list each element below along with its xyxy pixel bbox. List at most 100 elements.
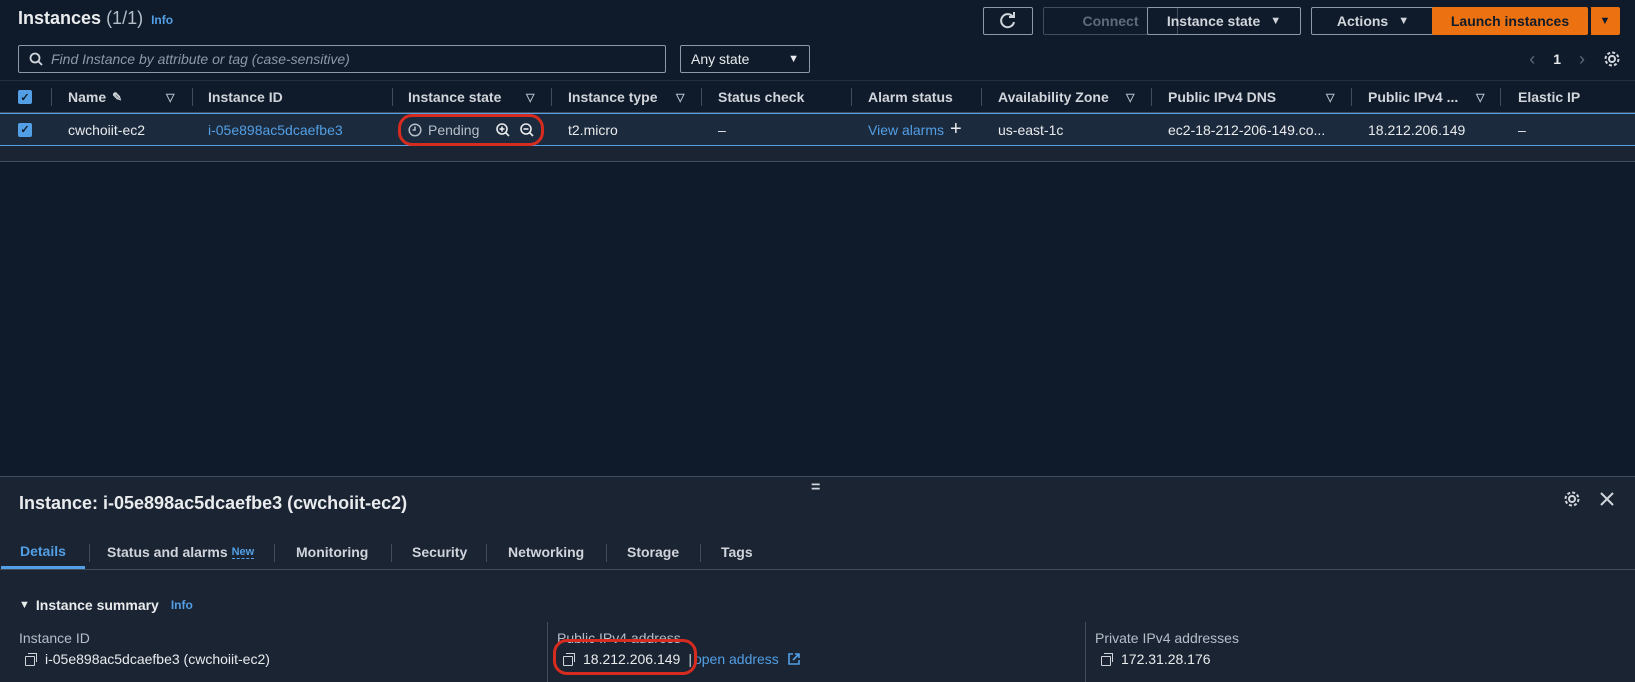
column-status-check[interactable]: Status check bbox=[718, 81, 804, 113]
tab-networking[interactable]: Networking bbox=[508, 535, 584, 569]
highlight-annotation bbox=[553, 639, 697, 675]
launch-instances-button[interactable]: Launch instances bbox=[1432, 7, 1588, 35]
cell-instance-id-link[interactable]: i-05e898ac5dcaefbe3 bbox=[208, 114, 343, 145]
column-divider bbox=[551, 88, 552, 106]
external-link-icon[interactable] bbox=[787, 652, 801, 666]
instance-id-value: i-05e898ac5dcaefbe3 (cwchoiit-ec2) bbox=[45, 651, 270, 667]
state-filter-value: Any state bbox=[691, 51, 750, 67]
pagination: ‹ 1 › bbox=[1529, 45, 1621, 73]
cell-instance-type: t2.micro bbox=[568, 121, 618, 138]
tab-details[interactable]: Details bbox=[1, 535, 85, 569]
cell-public-dns: ec2-18-212-206-149.co... bbox=[1168, 121, 1326, 138]
sort-icon[interactable]: ▽ bbox=[1126, 91, 1134, 104]
details-title: Instance: i-05e898ac5dcaefbe3 (cwchoiit-… bbox=[19, 493, 408, 513]
search-icon bbox=[29, 52, 43, 66]
caret-down-icon: ▼ bbox=[788, 53, 799, 65]
refresh-icon bbox=[1000, 12, 1015, 29]
column-alarm-status[interactable]: Alarm status bbox=[868, 81, 953, 113]
state-filter-select[interactable]: Any state ▼ bbox=[680, 45, 810, 73]
table-scrollbar-area[interactable] bbox=[0, 146, 1635, 162]
resize-handle-icon[interactable]: = bbox=[811, 479, 820, 497]
caret-down-icon: ▼ bbox=[19, 599, 30, 611]
settings-gear-icon[interactable] bbox=[1603, 50, 1621, 68]
sort-icon[interactable]: ▽ bbox=[526, 91, 534, 104]
column-instance-state[interactable]: Instance state ▽ bbox=[408, 81, 538, 113]
details-tabs: Details Status and alarms New Monitoring… bbox=[0, 535, 1635, 570]
private-ipv4-label: Private IPv4 addresses bbox=[1095, 630, 1239, 646]
chevron-right-icon[interactable]: › bbox=[1579, 49, 1585, 70]
new-badge: New bbox=[231, 545, 255, 559]
actions-label: Actions bbox=[1336, 13, 1389, 29]
chevron-left-icon[interactable]: ‹ bbox=[1529, 49, 1535, 70]
column-elastic-ip[interactable]: Elastic IP bbox=[1518, 81, 1580, 113]
pencil-icon: ✎ bbox=[112, 90, 123, 104]
page-number[interactable]: 1 bbox=[1553, 51, 1561, 67]
tab-divider bbox=[391, 544, 392, 562]
column-public-ipv4[interactable]: Public IPv4 ... ▽ bbox=[1368, 81, 1493, 113]
tab-monitoring[interactable]: Monitoring bbox=[296, 535, 368, 569]
instance-count: (1/1) bbox=[106, 8, 144, 28]
connect-label: Connect bbox=[1082, 13, 1139, 29]
sort-icon[interactable]: ▽ bbox=[166, 91, 174, 104]
instance-state-label: Instance state bbox=[1166, 13, 1261, 29]
cell-availability-zone: us-east-1c bbox=[998, 121, 1064, 138]
tab-divider bbox=[89, 544, 90, 562]
column-public-ipv4-dns[interactable]: Public IPv4 DNS ▽ bbox=[1168, 81, 1340, 113]
caret-down-icon: ▼ bbox=[1398, 15, 1410, 27]
open-address-link[interactable]: open address bbox=[694, 651, 779, 667]
tab-divider bbox=[486, 544, 487, 562]
column-divider bbox=[851, 88, 852, 106]
tab-divider bbox=[606, 544, 607, 562]
search-field[interactable] bbox=[18, 45, 666, 73]
tab-tags[interactable]: Tags bbox=[721, 535, 753, 569]
private-ipv4-value-row: 172.31.28.176 bbox=[1101, 651, 1211, 667]
table-empty-area bbox=[0, 162, 1635, 476]
settings-gear-icon[interactable] bbox=[1563, 490, 1581, 508]
column-divider bbox=[981, 88, 982, 106]
tab-status-and-alarms-label: Status and alarms bbox=[107, 544, 228, 560]
column-instance-type[interactable]: Instance type ▽ bbox=[568, 81, 692, 113]
column-status-check-label: Status check bbox=[718, 89, 805, 105]
sort-icon[interactable]: ▽ bbox=[1476, 91, 1484, 104]
tab-storage[interactable]: Storage bbox=[627, 535, 679, 569]
info-link[interactable]: Info bbox=[151, 13, 173, 27]
column-instance-state-label: Instance state bbox=[408, 89, 502, 105]
tab-divider bbox=[274, 544, 275, 562]
column-divider bbox=[392, 88, 393, 106]
column-name-label: Name bbox=[68, 89, 107, 105]
summary-info-link[interactable]: Info bbox=[171, 598, 193, 612]
column-public-ipv4-dns-label: Public IPv4 DNS bbox=[1168, 89, 1277, 105]
check-icon: ✓ bbox=[18, 122, 32, 137]
actions-button[interactable]: Actions ▼ bbox=[1311, 7, 1435, 35]
select-all-checkbox[interactable]: ✓ bbox=[18, 81, 32, 113]
caret-down-icon: ▼ bbox=[1599, 15, 1611, 27]
column-divider bbox=[192, 88, 193, 106]
instance-summary-header[interactable]: ▼ Instance summary Info bbox=[19, 597, 193, 613]
tab-security[interactable]: Security bbox=[412, 535, 467, 569]
sort-icon[interactable]: ▽ bbox=[676, 91, 684, 104]
column-instance-id[interactable]: Instance ID bbox=[208, 81, 283, 113]
column-availability-zone[interactable]: Availability Zone ▽ bbox=[998, 81, 1138, 113]
row-checkbox[interactable]: ✓ bbox=[18, 114, 32, 145]
tab-divider bbox=[700, 544, 701, 562]
column-divider bbox=[701, 88, 702, 106]
page-title-text: Instances bbox=[18, 8, 102, 28]
cell-elastic-ip: – bbox=[1518, 121, 1526, 138]
column-availability-zone-label: Availability Zone bbox=[998, 89, 1109, 105]
instance-state-button[interactable]: Instance state ▼ bbox=[1147, 7, 1301, 35]
launch-dropdown-button[interactable]: ▼ bbox=[1590, 7, 1620, 35]
table-row[interactable]: ✓ cwchoiit-ec2 i-05e898ac5dcaefbe3 Pendi… bbox=[0, 113, 1635, 146]
sort-icon[interactable]: ▽ bbox=[1326, 91, 1334, 104]
column-public-ipv4-label: Public IPv4 ... bbox=[1368, 89, 1459, 105]
column-name[interactable]: Name ✎ ▽ bbox=[68, 81, 178, 113]
copy-icon[interactable] bbox=[25, 653, 37, 666]
copy-icon[interactable] bbox=[1101, 653, 1113, 666]
view-alarms-link[interactable]: View alarms bbox=[868, 122, 944, 138]
column-divider bbox=[1500, 88, 1501, 106]
search-input[interactable] bbox=[51, 51, 651, 67]
add-alarm-icon[interactable]: + bbox=[950, 118, 962, 141]
tab-status-and-alarms[interactable]: Status and alarms New bbox=[107, 535, 255, 569]
highlight-annotation bbox=[398, 114, 544, 146]
close-icon[interactable] bbox=[1599, 491, 1615, 507]
refresh-button[interactable] bbox=[983, 7, 1033, 35]
